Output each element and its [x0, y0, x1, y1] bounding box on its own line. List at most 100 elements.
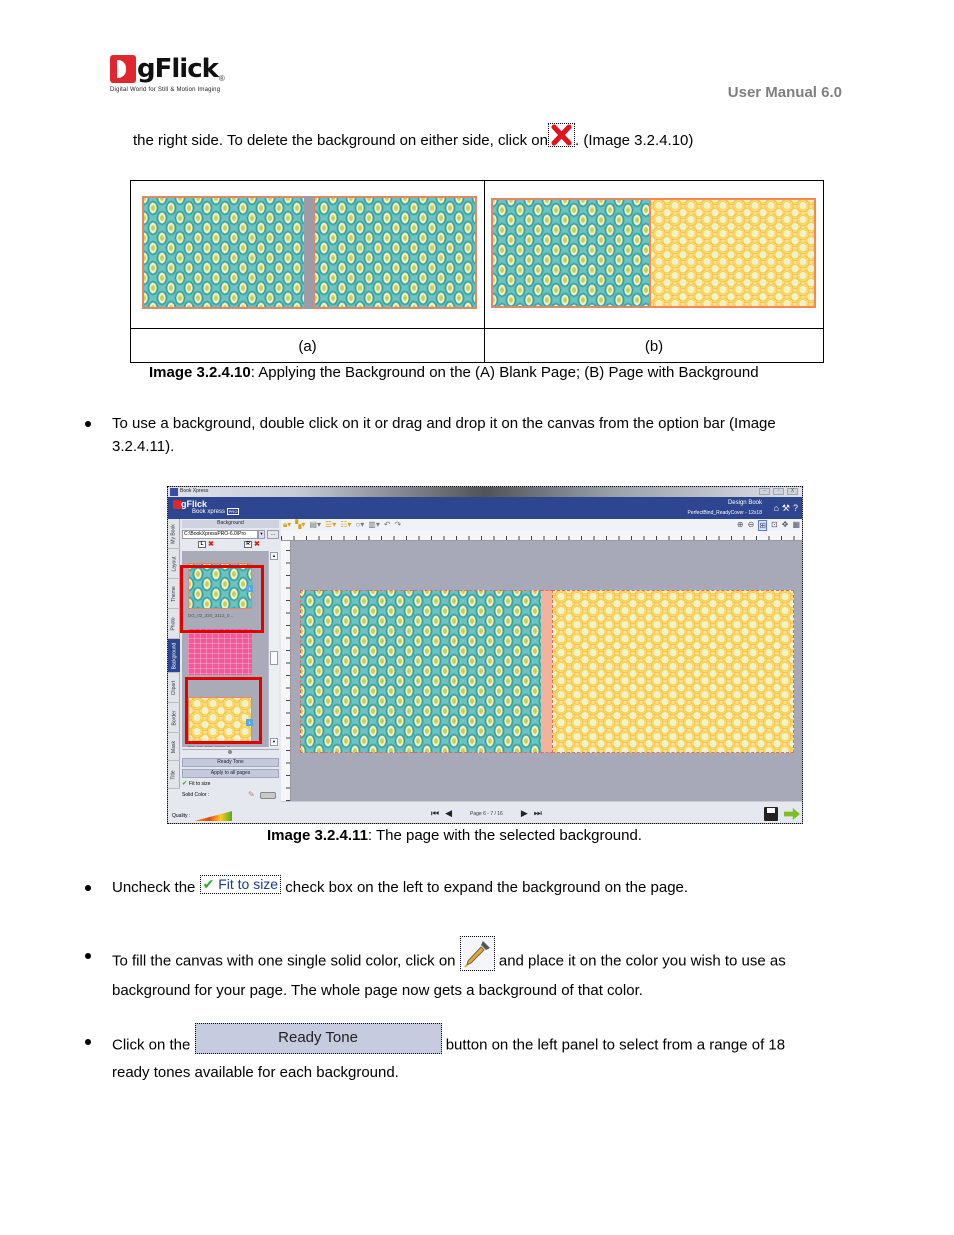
delete-left-icon[interactable]: ✖	[208, 541, 214, 548]
grid-icon[interactable]: ⊞	[758, 520, 768, 531]
page-left-b	[491, 198, 651, 308]
minimize-button[interactable]: –	[759, 488, 770, 495]
caption-text: : Applying the Background on the (A) Bla…	[250, 364, 759, 381]
logo-d-mark	[110, 55, 136, 83]
product-name: Book xpress PRO	[192, 508, 240, 515]
scroll-thumb[interactable]	[270, 651, 278, 665]
rotate-icon[interactable]: ○▾	[355, 520, 364, 529]
tab-layout[interactable]: Layout	[168, 549, 180, 579]
page-icon[interactable]: ▤▾	[309, 520, 321, 529]
selection-highlight	[185, 677, 262, 744]
mode-label: Design Book	[727, 500, 762, 506]
app-screenshot: Book Xpress – ▫ X gFlick Book xpress PRO…	[167, 486, 803, 824]
home-icon[interactable]: ⌂	[773, 503, 778, 514]
manual-version-label: User Manual 6.0	[727, 84, 842, 101]
page-right-b	[649, 198, 816, 308]
move-icon[interactable]: ✥	[782, 520, 789, 531]
maximize-button[interactable]: ▫	[773, 488, 784, 495]
distribute-icon[interactable]: ☷▾	[340, 520, 351, 529]
effects-icon[interactable]: ▥▾	[368, 520, 380, 529]
redo-icon[interactable]: ↷	[395, 520, 402, 529]
vertical-tabs: My Book Layout Theme Photo Background Cl…	[168, 519, 180, 789]
bullet-marker	[85, 877, 91, 891]
zoom-in-icon[interactable]: ⊕	[737, 520, 744, 531]
prev-page-icon[interactable]: ◀	[445, 808, 452, 819]
canvas-page-right[interactable]	[552, 590, 794, 753]
zoom-out-icon[interactable]: ⊖	[748, 520, 755, 531]
tab-mask[interactable]: Mask	[168, 733, 180, 761]
thumbnail[interactable]	[188, 629, 252, 675]
next-page-icon[interactable]: ▶	[521, 808, 528, 819]
undo-icon[interactable]: ↶	[384, 520, 391, 529]
logo-text: gFlick	[137, 54, 219, 84]
check-icon: ✔	[182, 781, 188, 787]
intro-text: the right side. To delete the background…	[133, 132, 548, 149]
eyedropper-icon[interactable]: ✎	[248, 790, 255, 799]
tab-clipart[interactable]: Clipart	[168, 673, 180, 703]
apply-all-button[interactable]: Apply to all pages	[182, 769, 279, 778]
delete-x-icon	[547, 123, 575, 148]
toolbar: 🔒︎▾ ▚▾ ▤▾ ☰▾ ☷▾ ○▾ ▥▾ ↶ ↷ ⊕ ⊖ ⊞ ⊡ ✥ ▦	[281, 519, 802, 531]
next-step-icon[interactable]	[784, 808, 800, 820]
tab-theme[interactable]: Theme	[168, 579, 180, 609]
page-indicator: Page 6 - 7 / 16	[470, 810, 503, 817]
align-icon[interactable]: ☰▾	[325, 520, 336, 529]
selection-highlight	[180, 565, 264, 633]
app-header: gFlick Book xpress PRO Design Book Perfe…	[168, 497, 802, 519]
check-icon: ✔	[202, 875, 215, 892]
delete-right-icon[interactable]: ✖	[254, 541, 260, 548]
caption-number: Image 3.2.4.11	[267, 827, 368, 844]
path-dropdown[interactable]: ▼	[258, 530, 265, 539]
arrange-icon[interactable]: ▚▾	[295, 520, 305, 529]
first-page-icon[interactable]: ⏮	[431, 808, 439, 819]
intro-paragraph: the right side. To delete the background…	[133, 123, 694, 153]
ready-tone-button[interactable]: Ready Tone	[182, 758, 279, 767]
tab-border[interactable]: Border	[168, 703, 180, 733]
fit-icon[interactable]: ⊡	[771, 520, 778, 531]
bullet-1-text: To use a background, double click on it …	[112, 415, 776, 455]
left-page-controls: L ✖	[198, 541, 214, 548]
color-swatch[interactable]	[260, 792, 276, 799]
bullet-2-text: Uncheck the ✔ Fit to size check box on t…	[112, 874, 689, 896]
thumbnail-scrollbar[interactable]: ▲ ▼	[268, 551, 279, 747]
figure-caption-10: Image 3.2.4.10: Applying the Background …	[149, 364, 759, 381]
wrench-icon[interactable]: ⚒	[782, 503, 790, 514]
tab-background[interactable]: Background	[168, 639, 180, 673]
bullet-3-text: To fill the canvas with one single solid…	[112, 936, 824, 1002]
close-button[interactable]: X	[787, 488, 798, 495]
quality-bar	[194, 811, 233, 821]
layout-icon[interactable]: ▦	[792, 520, 800, 531]
caption-number: Image 3.2.4.10	[149, 364, 251, 381]
lock-icon[interactable]: 🔒︎▾	[283, 520, 291, 529]
last-page-icon[interactable]: ⏭	[534, 808, 542, 819]
left-page-button[interactable]: L	[198, 541, 206, 548]
app-icon	[170, 488, 178, 496]
solid-color-label: Solid Color :	[182, 792, 210, 798]
caption-b: (b)	[644, 337, 664, 355]
tab-photo[interactable]: Photo	[168, 609, 180, 639]
project-label: PerfectBind_ReadyCover - 12x18	[687, 510, 763, 516]
tab-title[interactable]: Title	[168, 761, 180, 789]
thumbnail-label: DG_02_328_1012_0...	[188, 745, 234, 747]
path-field[interactable]: C:\BookXpressPRO-6.0\Pro	[182, 530, 258, 539]
canvas-page-left[interactable]	[300, 590, 542, 753]
tab-my-book[interactable]: My Book	[168, 519, 180, 549]
intro-ref: . (Image 3.2.4.10)	[574, 132, 694, 149]
figure-caption-11: Image 3.2.4.11: The page with the select…	[267, 827, 642, 844]
right-page-button[interactable]: R	[244, 541, 252, 548]
page-right-a	[313, 196, 477, 309]
panel-splitter[interactable]	[182, 749, 279, 754]
page-navigation: ⏮ ◀ Page 6 - 7 / 16 ▶ ⏭	[281, 801, 802, 823]
eyedropper-icon	[459, 936, 495, 971]
fit-to-size-inline: ✔ Fit to size	[199, 874, 282, 894]
registered-mark: ®	[218, 74, 225, 83]
bullet-marker	[85, 413, 91, 427]
right-page-controls: R ✖	[244, 541, 260, 548]
save-icon[interactable]	[764, 807, 778, 821]
browse-button[interactable]: ...	[267, 530, 279, 539]
fit-to-size-checkbox[interactable]: ✔ Fit to size	[182, 780, 210, 788]
horizontal-ruler	[281, 531, 802, 541]
bullet-marker	[85, 945, 91, 959]
help-icon[interactable]: ?	[793, 503, 798, 514]
page-left-a	[142, 196, 306, 309]
